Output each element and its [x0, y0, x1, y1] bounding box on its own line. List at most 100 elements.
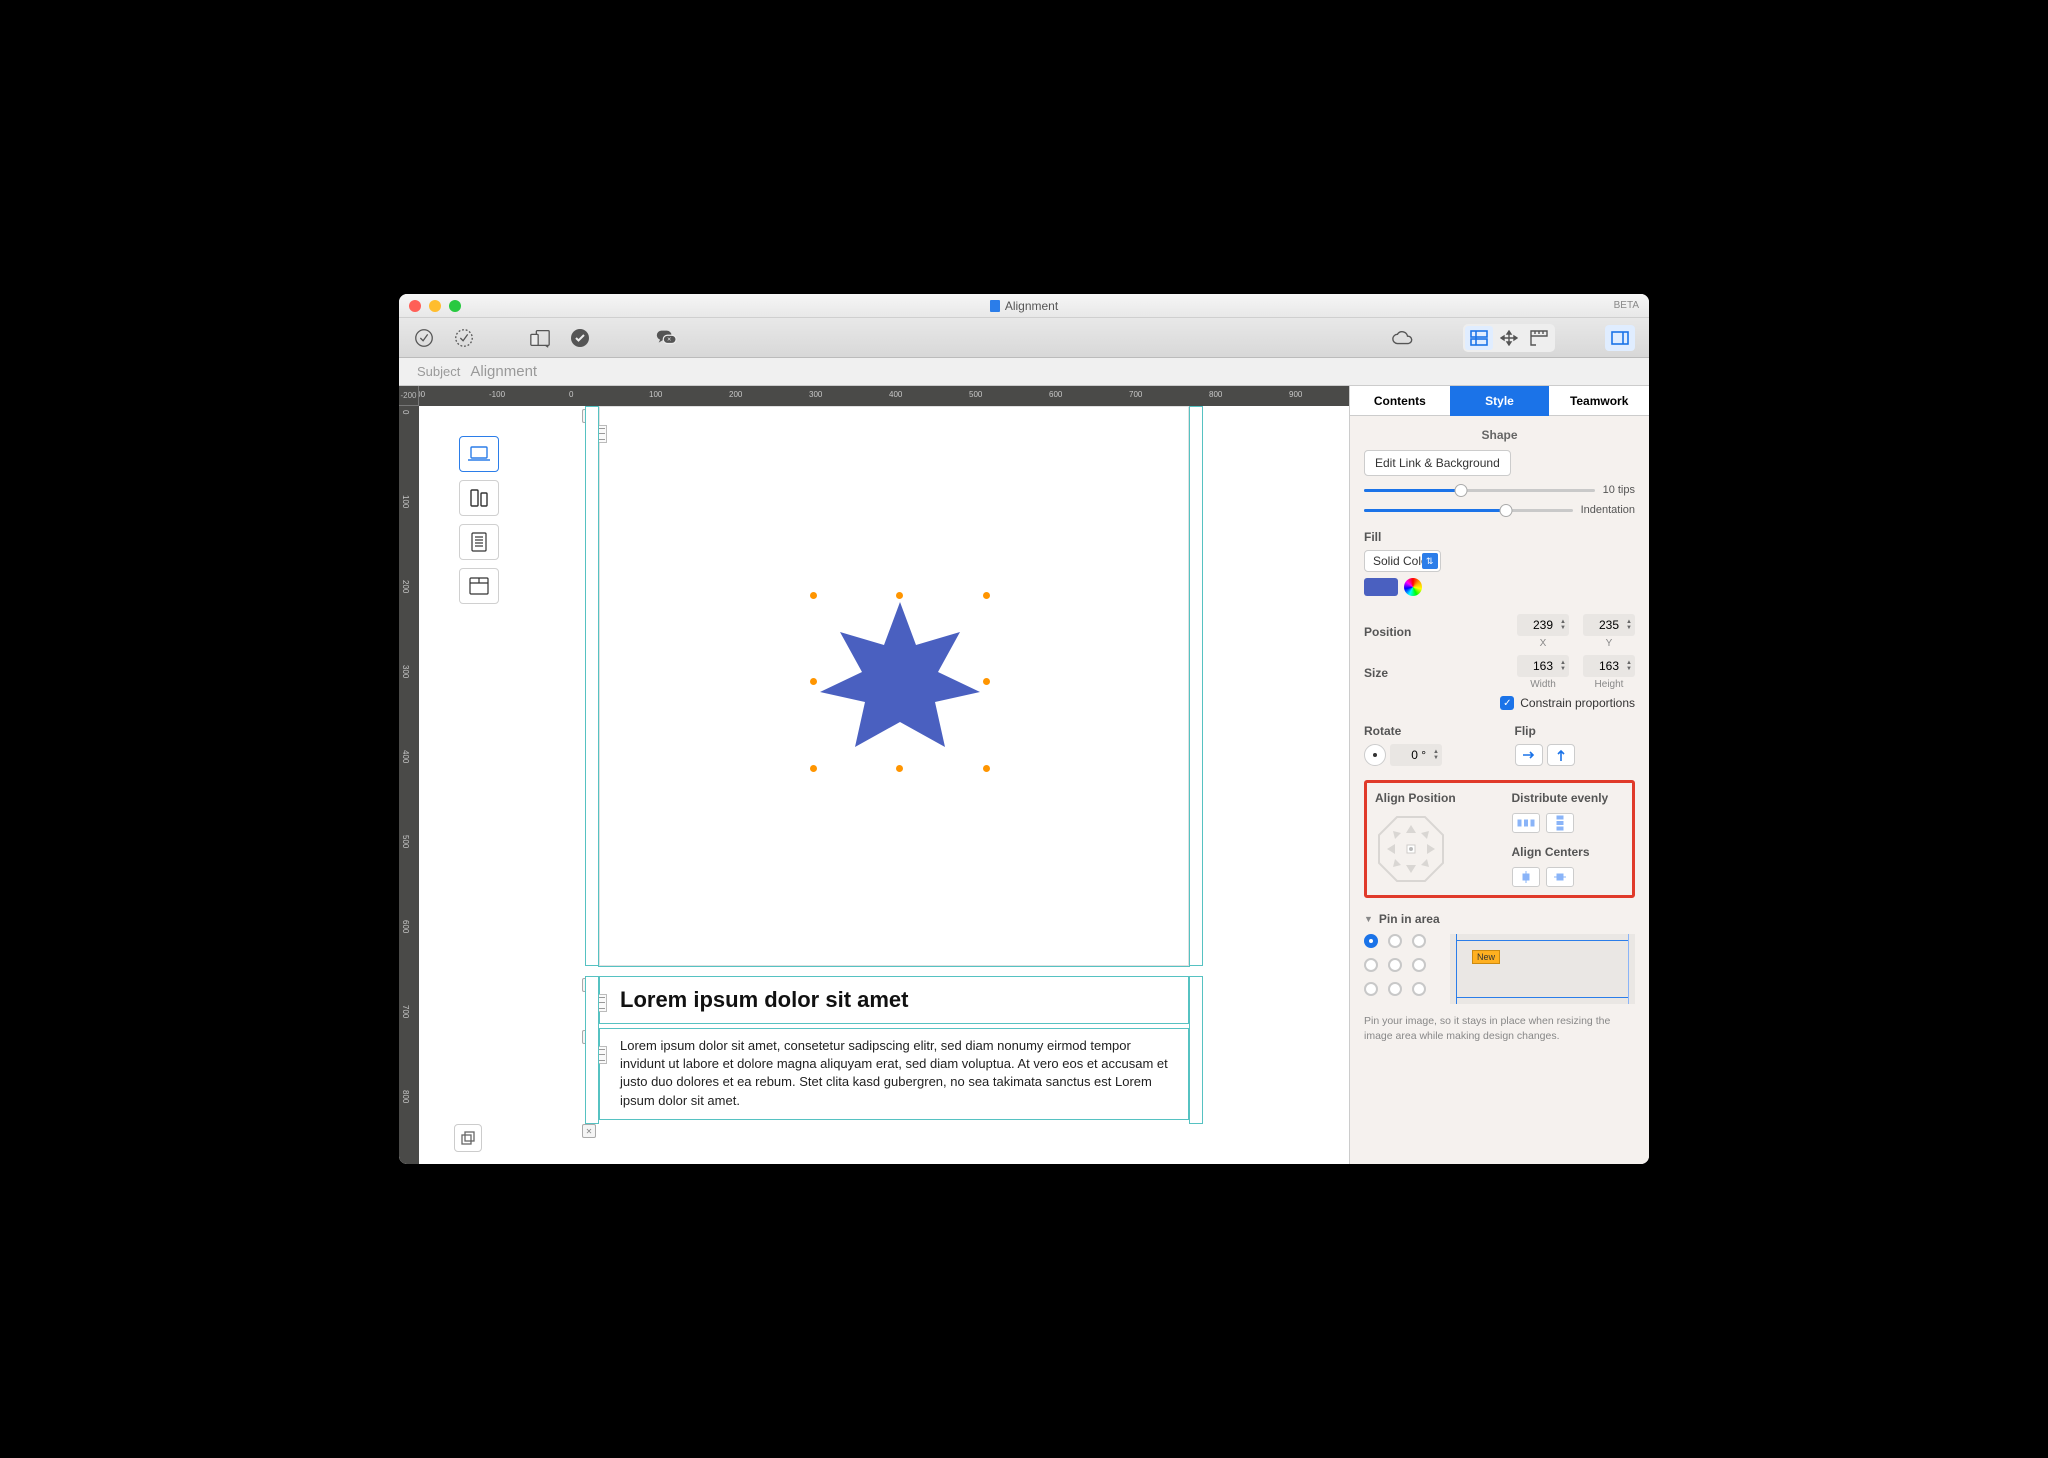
cloud-icon[interactable] — [1391, 327, 1413, 349]
selection-handle[interactable] — [810, 592, 817, 599]
pin-anchor-se[interactable] — [1412, 982, 1426, 996]
position-label: Position — [1364, 625, 1503, 639]
pin-section-label: Pin in area — [1379, 912, 1440, 926]
ruler-panel-button[interactable] — [1525, 326, 1553, 350]
size-w-input[interactable]: ▲▼ — [1517, 655, 1569, 677]
chat-icon[interactable]: ✕ — [655, 327, 677, 349]
flip-label: Flip — [1515, 724, 1636, 738]
align-centers-label: Align Centers — [1512, 845, 1625, 859]
device-preview-icon[interactable] — [529, 327, 551, 349]
ruler-horizontal[interactable]: -200-1000100200300400500600700800900 — [419, 386, 1349, 406]
pin-anchor-s[interactable] — [1388, 982, 1402, 996]
selection-handle[interactable] — [983, 592, 990, 599]
guide-column — [1189, 406, 1203, 966]
pin-anchor-nw[interactable] — [1364, 934, 1378, 948]
align-panel-button[interactable] — [1495, 326, 1523, 350]
artboard[interactable] — [599, 406, 1189, 966]
align-center-horizontal-button[interactable] — [1512, 867, 1540, 887]
dropdown-caret-icon: ⇅ — [1422, 553, 1438, 569]
selection-handle[interactable] — [983, 678, 990, 685]
document-icon — [990, 300, 1000, 312]
zoom-window-icon[interactable] — [449, 300, 461, 312]
layout-panel-button[interactable] — [1465, 326, 1493, 350]
fill-color-swatch[interactable] — [1364, 578, 1398, 596]
subject-value[interactable]: Alignment — [470, 363, 537, 380]
content-body-block[interactable]: Lorem ipsum dolor sit amet, consetetur s… — [599, 1028, 1189, 1120]
svg-text:✕: ✕ — [667, 337, 672, 343]
indent-slider[interactable] — [1364, 509, 1573, 512]
content-heading-block[interactable]: Lorem ipsum dolor sit amet — [599, 976, 1189, 1024]
pin-preview: New — [1450, 934, 1635, 1004]
minimize-window-icon[interactable] — [429, 300, 441, 312]
selection-handle[interactable] — [896, 765, 903, 772]
section-shape-title: Shape — [1364, 428, 1635, 442]
guide-column — [1189, 976, 1203, 1124]
tips-slider[interactable] — [1364, 489, 1595, 492]
pin-anchor-e[interactable] — [1412, 958, 1426, 972]
collapse-handle-icon[interactable] — [582, 1124, 596, 1138]
pin-anchor-ne[interactable] — [1412, 934, 1426, 948]
close-window-icon[interactable] — [409, 300, 421, 312]
pin-section-toggle[interactable]: ▼ Pin in area — [1364, 912, 1635, 926]
fill-mode-select[interactable]: Solid Color ⇅ — [1364, 550, 1441, 572]
send-test-icon[interactable] — [453, 327, 475, 349]
subject-bar: Subject Alignment — [399, 358, 1649, 386]
flip-horizontal-button[interactable] — [1515, 744, 1543, 766]
tab-teamwork[interactable]: Teamwork — [1549, 386, 1649, 416]
device-laptop-button[interactable] — [459, 436, 499, 472]
inspector-toggle-button[interactable] — [1605, 325, 1635, 351]
distribute-horizontal-button[interactable] — [1512, 813, 1540, 833]
check-icon[interactable] — [569, 327, 591, 349]
constrain-label: Constrain proportions — [1520, 696, 1635, 710]
window-controls — [409, 300, 461, 312]
section-fill-title: Fill — [1364, 530, 1635, 544]
main-split: -200 -200-100010020030040050060070080090… — [399, 386, 1649, 1164]
tab-style[interactable]: Style — [1450, 386, 1550, 416]
selection-handle[interactable] — [810, 765, 817, 772]
titlebar: Alignment BETA — [399, 294, 1649, 318]
device-mobile-button[interactable] — [459, 480, 499, 516]
rotate-dial[interactable] — [1364, 744, 1386, 766]
selection-handle[interactable] — [983, 765, 990, 772]
color-picker-icon[interactable] — [1404, 578, 1422, 596]
device-text-button[interactable] — [459, 524, 499, 560]
x-sublabel: X — [1517, 638, 1569, 649]
layers-button[interactable] — [454, 1124, 482, 1152]
alignment-section-highlight: Align Position — [1364, 780, 1635, 898]
tips-slider-label: 10 tips — [1603, 484, 1635, 496]
indent-slider-label: Indentation — [1581, 504, 1635, 516]
tab-contents[interactable]: Contents — [1350, 386, 1450, 416]
rotate-input[interactable]: ▲▼ — [1390, 744, 1442, 766]
position-x-input[interactable]: ▲▼ — [1517, 614, 1569, 636]
guide-column — [585, 406, 599, 966]
guide-column — [585, 976, 599, 1124]
align-center-vertical-button[interactable] — [1546, 867, 1574, 887]
position-y-input[interactable]: ▲▼ — [1583, 614, 1635, 636]
pin-anchor-w[interactable] — [1364, 958, 1378, 972]
align-position-label: Align Position — [1375, 791, 1488, 805]
star-shape[interactable] — [815, 597, 985, 767]
h-sublabel: Height — [1583, 679, 1635, 690]
align-position-control[interactable] — [1375, 813, 1447, 885]
inspector-panel: Contents Style Teamwork Shape Edit Link … — [1349, 386, 1649, 1164]
edit-link-bg-button[interactable]: Edit Link & Background — [1364, 450, 1511, 476]
flip-vertical-button[interactable] — [1547, 744, 1575, 766]
distribute-vertical-button[interactable] — [1546, 813, 1574, 833]
pin-anchor-sw[interactable] — [1364, 982, 1378, 996]
document-title-text: Alignment — [1005, 299, 1058, 313]
selection-handle[interactable] — [810, 678, 817, 685]
send-mail-icon[interactable] — [413, 327, 435, 349]
canvas[interactable]: Lorem ipsum dolor sit amet Lorem ipsum d… — [419, 406, 1349, 1164]
inspector-body: Shape Edit Link & Background 10 tips Ind… — [1350, 416, 1649, 1164]
constrain-checkbox[interactable]: ✓ Constrain proportions — [1364, 696, 1635, 710]
device-browser-button[interactable] — [459, 568, 499, 604]
selection-handle[interactable] — [896, 592, 903, 599]
device-palette — [459, 436, 499, 604]
content-heading-text: Lorem ipsum dolor sit amet — [620, 987, 909, 1013]
subject-label: Subject — [417, 364, 460, 379]
size-h-input[interactable]: ▲▼ — [1583, 655, 1635, 677]
pin-anchor-n[interactable] — [1388, 934, 1402, 948]
ruler-vertical[interactable]: 0100200300400500600700800 — [399, 406, 419, 1164]
pin-anchor-c[interactable] — [1388, 958, 1402, 972]
pin-anchor-grid[interactable] — [1364, 934, 1430, 1004]
